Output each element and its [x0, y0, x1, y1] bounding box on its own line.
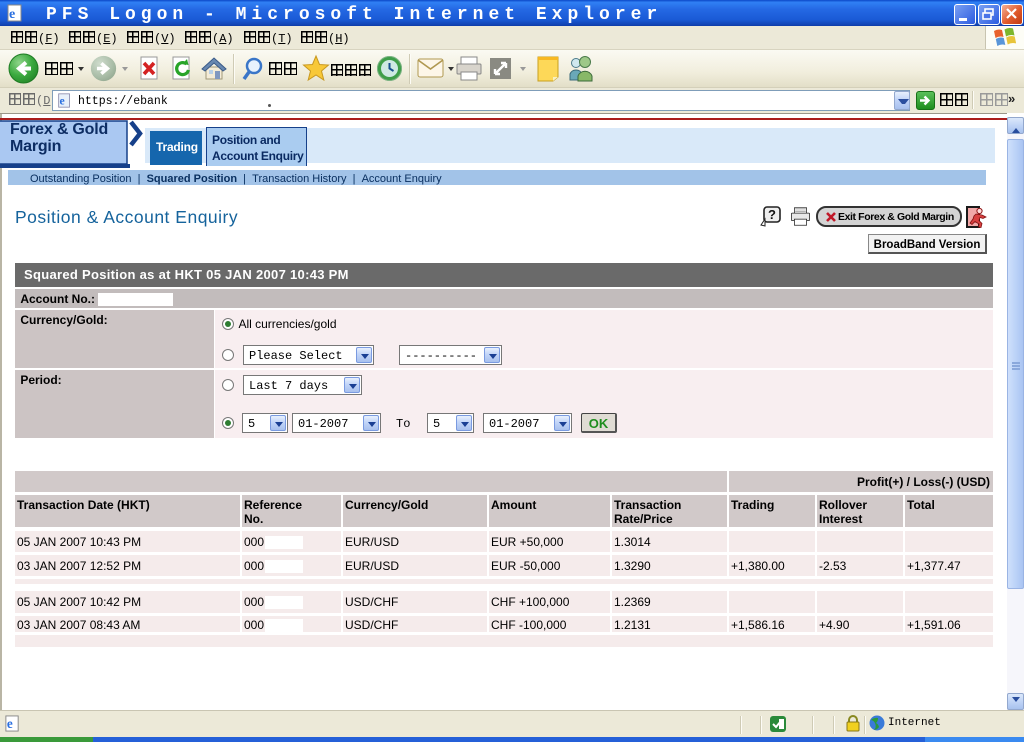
svg-text:e: e: [7, 716, 13, 731]
svg-text:e: e: [9, 7, 15, 22]
svg-text:e: e: [60, 95, 65, 108]
svg-text:?: ?: [768, 207, 776, 222]
